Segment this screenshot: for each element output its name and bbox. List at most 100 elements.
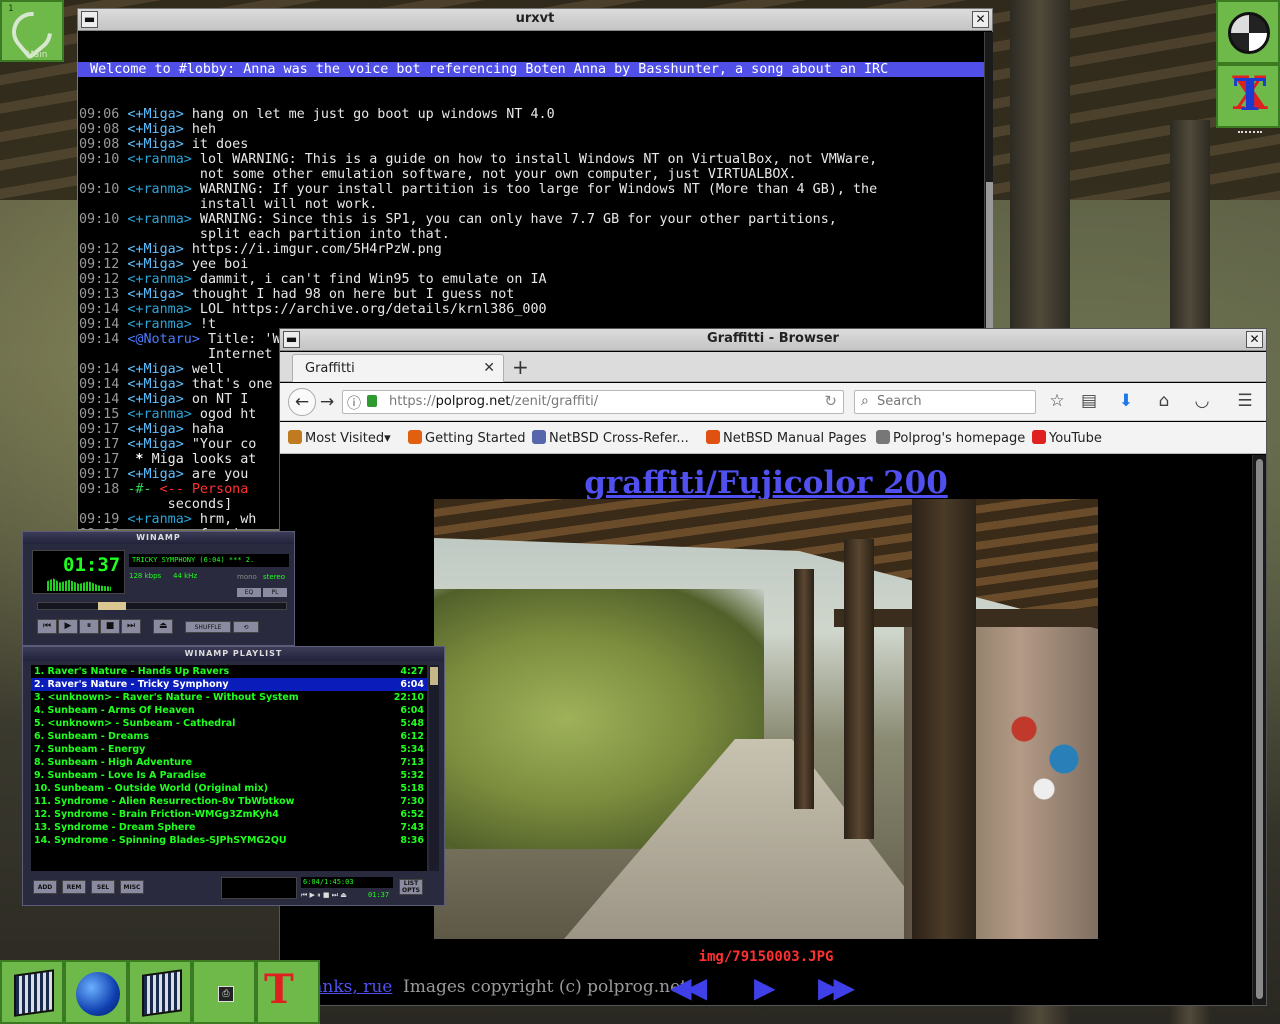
irc-timestamp: 09:12 <box>79 272 120 287</box>
irc-timestamp: 09:10 <box>79 212 120 227</box>
playlist-row[interactable]: 1. Raver's Nature - Hands Up Ravers 4:27 <box>31 665 427 678</box>
play-icon[interactable]: ▶ <box>58 619 78 634</box>
bookmark-item[interactable]: YouTube <box>1032 430 1102 446</box>
playlist-sel-button[interactable]: SEL <box>91 880 115 894</box>
scrollbar-thumb[interactable] <box>430 667 438 685</box>
spectrum-visualizer[interactable] <box>47 578 111 591</box>
irc-message: haha <box>183 422 225 437</box>
equalizer-toggle[interactable]: EQ <box>237 588 261 597</box>
playlist-rem-button[interactable]: REM <box>62 880 86 894</box>
eject-icon[interactable]: ⏏ <box>153 619 174 634</box>
playlist-add-button[interactable]: ADD <box>33 880 57 894</box>
dock-xterm[interactable]: T <box>256 960 320 1024</box>
seek-knob[interactable] <box>98 602 126 610</box>
irc-timestamp: 09:18 <box>79 482 120 497</box>
scrollbar-thumb[interactable] <box>1256 459 1263 999</box>
page-scrollbar[interactable] <box>1252 455 1266 1005</box>
winamp-title[interactable]: WINAMP <box>23 532 294 544</box>
workspace-pager[interactable]: 1 Main <box>0 0 64 62</box>
playlist-row[interactable]: 2. Raver's Nature - Tricky Symphony 6:04 <box>31 678 427 691</box>
bookmark-item[interactable]: NetBSD Cross-Refer... <box>532 430 689 446</box>
close-button[interactable]: ✕ <box>1246 331 1263 348</box>
irc-message: !t <box>191 317 217 332</box>
pause-icon[interactable]: ⏸ <box>79 619 99 634</box>
dock-file-manager[interactable] <box>0 960 64 1024</box>
window-title: Graffitti - Browser <box>707 331 839 346</box>
bookmark-item[interactable]: Most Visited▾ <box>288 430 391 446</box>
playlist-row[interactable]: 8. Sunbeam - High Adventure 7:13 <box>31 756 427 769</box>
playlist-row[interactable]: 6. Sunbeam - Dreams 6:12 <box>31 730 427 743</box>
url-bar[interactable]: ⓘ https://polprog.net/zenit/graffiti/ ↻ <box>342 390 844 414</box>
bookmark-item[interactable]: Polprog's homepage <box>876 430 1025 446</box>
winamp-display: 01:37 <box>32 550 125 594</box>
winamp-playlist[interactable]: WINAMP PLAYLIST 1. Raver's Nature - Hand… <box>22 646 445 906</box>
close-button[interactable]: ✕ <box>972 11 989 28</box>
irc-nick: <+ranma> <box>127 407 192 422</box>
page-heading-link[interactable]: graffiti/Fujicolor 200 <box>280 465 1252 501</box>
info-icon[interactable]: ⓘ <box>347 393 361 413</box>
irc-nick: <+Miga> <box>127 362 184 377</box>
tab-close-icon[interactable]: ✕ <box>483 360 495 376</box>
playlist-toggle[interactable]: PL <box>263 588 287 597</box>
stop-icon[interactable]: ■ <box>100 619 120 634</box>
playlist-row[interactable]: 5. <unknown> - Sunbeam - Cathedral 5:48 <box>31 717 427 730</box>
reload-icon[interactable]: ↻ <box>824 392 837 410</box>
irc-nick: <+ranma> <box>127 182 192 197</box>
window-titlebar[interactable]: ▬ urxvt ✕ <box>78 9 992 31</box>
dock-browser[interactable] <box>64 960 128 1024</box>
previous-image-button[interactable]: ◀◀ <box>670 971 707 1004</box>
menu-icon[interactable]: ☰ <box>1233 391 1257 411</box>
seek-bar[interactable] <box>37 602 287 610</box>
window-titlebar[interactable]: ▬ Graffitti - Browser ✕ <box>280 329 1266 351</box>
dock-terminal[interactable]: ⎙ <box>192 960 256 1024</box>
bookmark-item[interactable]: Getting Started <box>408 430 526 446</box>
bookmark-item[interactable]: NetBSD Manual Pages <box>706 430 867 446</box>
back-button[interactable]: ← <box>288 388 316 416</box>
dock-file-manager[interactable] <box>128 960 192 1024</box>
playlist-title[interactable]: WINAMP PLAYLIST <box>23 647 444 661</box>
search-bar[interactable]: ⌕ <box>854 390 1036 414</box>
dock-handle[interactable] <box>1238 131 1262 135</box>
list-options-button[interactable]: LIST OPTS <box>399 879 423 895</box>
shuffle-button[interactable]: SHUFFLE <box>185 621 231 633</box>
home-icon[interactable]: ⌂ <box>1152 391 1176 411</box>
t-logo-icon: T <box>1233 70 1267 121</box>
stereo-indicator: stereo <box>263 573 286 581</box>
mini-transport[interactable]: ⏮ ▶ ⏸ ■ ⏭ ⏏ <box>301 891 347 900</box>
playlist-misc-button[interactable]: MISC <box>120 880 144 894</box>
playlist-row[interactable]: 4. Sunbeam - Arms Of Heaven 6:04 <box>31 704 427 717</box>
new-tab-button[interactable]: + <box>512 355 529 379</box>
playlist-row[interactable]: 7. Sunbeam - Energy 5:34 <box>31 743 427 756</box>
playlist-scrollbar[interactable] <box>429 665 439 871</box>
disc-icon <box>1228 12 1270 54</box>
next-icon[interactable]: ⏭ <box>121 619 141 634</box>
search-input[interactable] <box>877 394 1027 409</box>
next-image-button[interactable]: ▶▶ <box>818 971 855 1004</box>
play-time[interactable]: 01:37 <box>63 554 120 576</box>
playlist-items[interactable]: 1. Raver's Nature - Hands Up Ravers 4:27 2… <box>31 665 427 871</box>
downloads-icon[interactable]: ⬇ <box>1114 391 1138 411</box>
previous-icon[interactable]: ⏮ <box>37 619 57 634</box>
track-title: 8. Sunbeam - High Adventure <box>34 757 193 768</box>
playlist-row[interactable]: 14. Syndrome - Spinning Blades-SJPhSYMG2… <box>31 834 427 847</box>
forward-button[interactable]: → <box>320 392 334 412</box>
playlist-row[interactable]: 11. Syndrome - Alien Resurrection-8v TbW… <box>31 795 427 808</box>
slideshow-play-button[interactable]: ▶ <box>754 971 775 1004</box>
reading-list-icon[interactable]: ▤ <box>1077 391 1101 411</box>
repeat-button[interactable]: ⟲ <box>233 621 259 633</box>
playlist-row[interactable]: 12. Syndrome - Brain Friction-WMGg3ZmKyh… <box>31 808 427 821</box>
graffiti-photo[interactable] <box>434 499 1098 939</box>
playlist-row[interactable]: 10. Sunbeam - Outside World (Original mi… <box>31 782 427 795</box>
clip-dock-icon[interactable] <box>1216 0 1280 64</box>
playlist-total-time: 6:04/1:45:03 <box>301 877 393 888</box>
pocket-icon[interactable]: ◡ <box>1190 391 1214 411</box>
playlist-row[interactable]: 9. Sunbeam - Love Is A Paradise 5:32 <box>31 769 427 782</box>
tab-graffitti[interactable]: Graffitti ✕ <box>292 354 504 382</box>
playlist-row[interactable]: 3. <unknown> - Raver's Nature - Without … <box>31 691 427 704</box>
playlist-row[interactable]: 13. Syndrome - Dream Sphere 7:43 <box>31 821 427 834</box>
url-text[interactable]: https://polprog.net/zenit/graffiti/ <box>389 394 598 409</box>
winamp-player[interactable]: WINAMP 01:37 TRICKY SYMPHONY (6:04) *** … <box>22 531 295 646</box>
mini-time: 01:37 <box>368 891 390 899</box>
xterm-dock-icon[interactable]: X T <box>1216 64 1280 128</box>
bookmark-star-icon[interactable]: ☆ <box>1045 391 1069 411</box>
